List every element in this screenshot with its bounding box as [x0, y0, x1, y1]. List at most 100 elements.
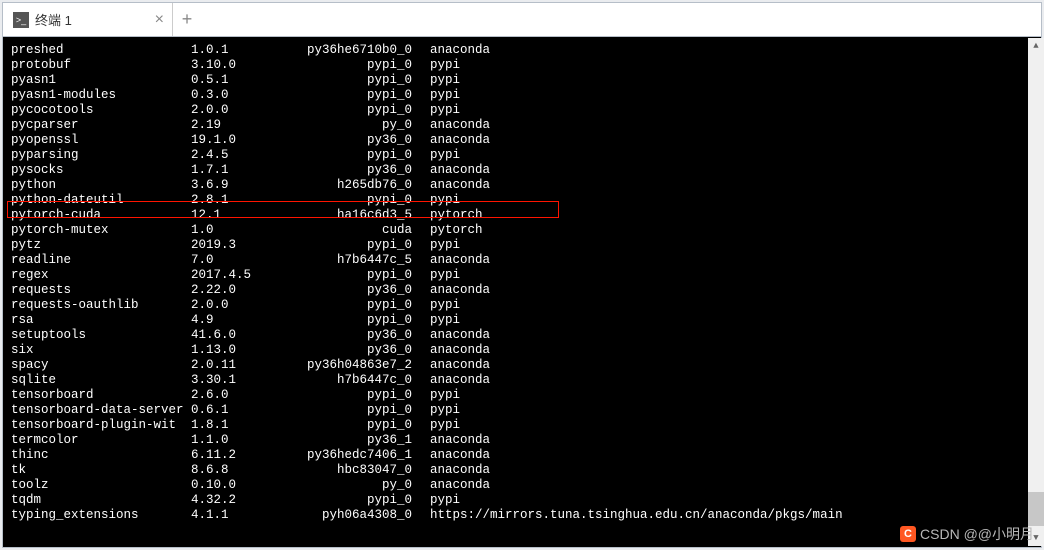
package-build: pypi_0 — [275, 388, 430, 403]
package-build: pypi_0 — [275, 493, 430, 508]
package-build: py36_0 — [275, 163, 430, 178]
package-name: pycparser — [11, 118, 191, 133]
terminal-viewport[interactable]: preshed1.0.1py36he6710b0_0anacondaprotob… — [3, 37, 1041, 547]
package-channel: pypi — [430, 193, 460, 208]
package-channel: anaconda — [430, 283, 490, 298]
package-version: 4.9 — [191, 313, 275, 328]
package-channel: pypi — [430, 103, 460, 118]
package-build: py36hedc7406_1 — [275, 448, 430, 463]
package-version: 0.6.1 — [191, 403, 275, 418]
scroll-thumb[interactable] — [1028, 492, 1044, 526]
package-version: 2.0.11 — [191, 358, 275, 373]
package-build: pyh06a4308_0 — [275, 508, 430, 523]
package-row: tqdm4.32.2pypi_0pypi — [11, 493, 1041, 508]
package-version: 0.10.0 — [191, 478, 275, 493]
package-build: py36_0 — [275, 343, 430, 358]
package-build: py36_1 — [275, 433, 430, 448]
package-row: sqlite3.30.1h7b6447c_0anaconda — [11, 373, 1041, 388]
package-build: pypi_0 — [275, 313, 430, 328]
package-name: thinc — [11, 448, 191, 463]
package-build: pypi_0 — [275, 73, 430, 88]
package-build: pypi_0 — [275, 103, 430, 118]
tab-title: 终端 1 — [35, 10, 72, 29]
package-name: tensorboard-data-server — [11, 403, 191, 418]
package-build: py_0 — [275, 118, 430, 133]
package-row: pysocks1.7.1py36_0anaconda — [11, 163, 1041, 178]
package-channel: pypi — [430, 73, 460, 88]
package-build: pypi_0 — [275, 298, 430, 313]
package-channel: pypi — [430, 493, 460, 508]
package-version: 2.0.0 — [191, 298, 275, 313]
package-name: tqdm — [11, 493, 191, 508]
package-row: tk8.6.8hbc83047_0anaconda — [11, 463, 1041, 478]
package-build: h265db76_0 — [275, 178, 430, 193]
package-channel: anaconda — [430, 163, 490, 178]
package-row: pycocotools2.0.0pypi_0pypi — [11, 103, 1041, 118]
package-row: regex2017.4.5pypi_0pypi — [11, 268, 1041, 283]
package-row: thinc6.11.2py36hedc7406_1anaconda — [11, 448, 1041, 463]
package-channel: anaconda — [430, 358, 490, 373]
package-build: py36he6710b0_0 — [275, 43, 430, 58]
package-row: protobuf3.10.0pypi_0pypi — [11, 58, 1041, 73]
package-name: protobuf — [11, 58, 191, 73]
package-channel: pypi — [430, 58, 460, 73]
package-version: 2019.3 — [191, 238, 275, 253]
tab-bar: >_ 终端 1 × + — [3, 3, 1041, 37]
package-name: regex — [11, 268, 191, 283]
package-version: 2.4.5 — [191, 148, 275, 163]
package-version: 1.0 — [191, 223, 275, 238]
package-row: pytz2019.3pypi_0pypi — [11, 238, 1041, 253]
package-channel: pypi — [430, 148, 460, 163]
package-channel: anaconda — [430, 463, 490, 478]
package-build: pypi_0 — [275, 58, 430, 73]
package-channel: pypi — [430, 298, 460, 313]
package-name: pycocotools — [11, 103, 191, 118]
package-version: 19.1.0 — [191, 133, 275, 148]
package-version: 0.5.1 — [191, 73, 275, 88]
new-tab-button[interactable]: + — [173, 3, 201, 36]
package-name: pyasn1 — [11, 73, 191, 88]
package-version: 1.1.0 — [191, 433, 275, 448]
package-build: pypi_0 — [275, 88, 430, 103]
package-channel: pypi — [430, 388, 460, 403]
scroll-up-button[interactable]: ▲ — [1028, 38, 1044, 54]
package-name: setuptools — [11, 328, 191, 343]
close-icon[interactable]: × — [155, 11, 164, 29]
package-row: pyasn10.5.1pypi_0pypi — [11, 73, 1041, 88]
package-channel: pypi — [430, 313, 460, 328]
package-name: tk — [11, 463, 191, 478]
package-row: tensorboard-plugin-wit1.8.1pypi_0pypi — [11, 418, 1041, 433]
package-channel: anaconda — [430, 343, 490, 358]
package-channel: anaconda — [430, 478, 490, 493]
package-build: hbc83047_0 — [275, 463, 430, 478]
package-name: pyparsing — [11, 148, 191, 163]
package-row: tensorboard2.6.0pypi_0pypi — [11, 388, 1041, 403]
package-channel: pypi — [430, 88, 460, 103]
package-name: pytorch-cuda — [11, 208, 191, 223]
package-row: typing_extensions4.1.1pyh06a4308_0https:… — [11, 508, 1041, 523]
package-name: rsa — [11, 313, 191, 328]
package-channel: pypi — [430, 268, 460, 283]
package-channel: pytorch — [430, 223, 483, 238]
package-build: pypi_0 — [275, 403, 430, 418]
package-name: termcolor — [11, 433, 191, 448]
package-channel: anaconda — [430, 178, 490, 193]
package-name: spacy — [11, 358, 191, 373]
package-name: pytz — [11, 238, 191, 253]
package-version: 2017.4.5 — [191, 268, 275, 283]
package-row: setuptools41.6.0py36_0anaconda — [11, 328, 1041, 343]
package-version: 7.0 — [191, 253, 275, 268]
package-build: h7b6447c_5 — [275, 253, 430, 268]
package-name: readline — [11, 253, 191, 268]
package-version: 12.1 — [191, 208, 275, 223]
package-name: python-dateutil — [11, 193, 191, 208]
package-build: pypi_0 — [275, 193, 430, 208]
tab-terminal-1[interactable]: >_ 终端 1 × — [3, 3, 173, 36]
package-channel: anaconda — [430, 133, 490, 148]
package-name: six — [11, 343, 191, 358]
scrollbar[interactable]: ▲ ▼ — [1028, 38, 1044, 546]
package-build: h7b6447c_0 — [275, 373, 430, 388]
package-version: 6.11.2 — [191, 448, 275, 463]
scroll-down-button[interactable]: ▼ — [1028, 530, 1044, 546]
package-build: ha16c6d3_5 — [275, 208, 430, 223]
